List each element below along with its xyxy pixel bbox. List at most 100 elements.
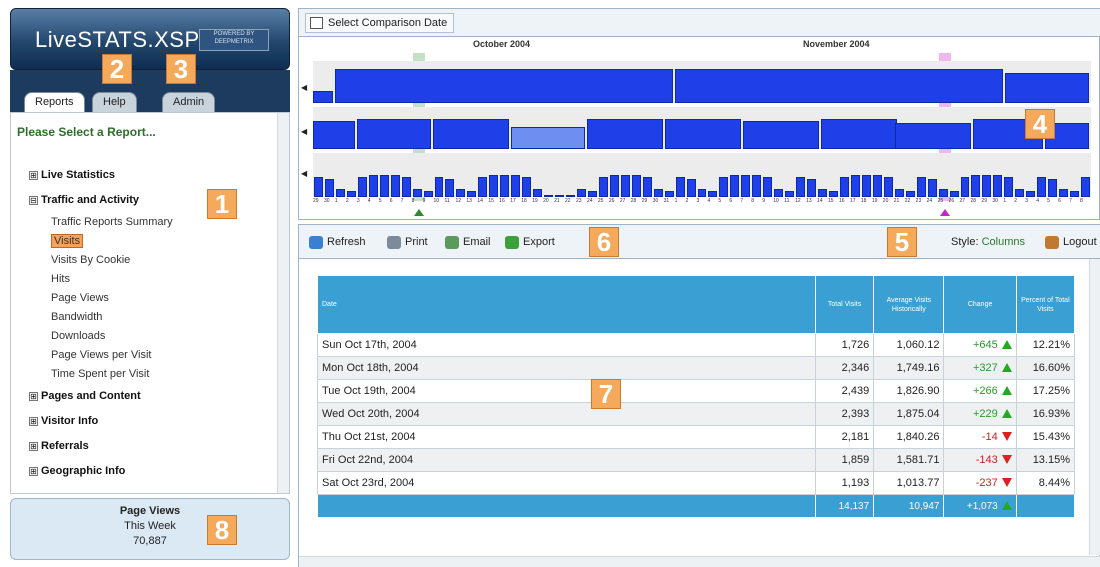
traffic-bar[interactable]: [741, 175, 751, 197]
traffic-bar[interactable]: [719, 177, 729, 197]
traffic-bar[interactable]: [839, 177, 849, 197]
traffic-bar[interactable]: [390, 175, 400, 197]
logout-button[interactable]: Logout: [1045, 233, 1097, 253]
traffic-bar[interactable]: [346, 191, 356, 197]
traffic-bar[interactable]: [598, 177, 608, 197]
traffic-bar[interactable]: [664, 191, 674, 197]
report-vertical-scrollbar[interactable]: [1089, 259, 1100, 555]
traffic-bar[interactable]: [555, 195, 565, 197]
traffic-bar[interactable]: [609, 175, 619, 197]
traffic-bar[interactable]: [821, 119, 897, 149]
traffic-bar[interactable]: [796, 177, 806, 197]
traffic-bar[interactable]: [478, 177, 488, 197]
traffic-bar[interactable]: [467, 191, 477, 197]
traffic-bar[interactable]: [456, 189, 466, 197]
collapse-icon[interactable]: ⊟: [29, 195, 38, 205]
traffic-bar[interactable]: [905, 191, 915, 197]
report-category[interactable]: ⊞ Visitor Info: [29, 409, 269, 434]
report-category[interactable]: ⊞ Pages and Content: [29, 384, 269, 409]
traffic-bar[interactable]: [894, 189, 904, 197]
traffic-bar[interactable]: [807, 179, 817, 197]
expand-icon[interactable]: ⊞: [29, 441, 38, 451]
traffic-bar[interactable]: [500, 175, 510, 197]
style-selector[interactable]: Style: Columns: [951, 236, 1025, 248]
report-item[interactable]: Bandwidth: [29, 308, 269, 327]
week-bars-row[interactable]: [313, 107, 1091, 149]
selected-date-marker[interactable]: [414, 209, 424, 216]
expand-icon[interactable]: ⊞: [29, 416, 38, 426]
traffic-bar[interactable]: [982, 175, 992, 197]
traffic-bar[interactable]: [774, 189, 784, 197]
traffic-bar[interactable]: [511, 175, 521, 197]
expand-icon[interactable]: ⊞: [29, 391, 38, 401]
expand-icon[interactable]: ⊞: [29, 170, 38, 180]
report-horizontal-scrollbar[interactable]: [299, 556, 1100, 567]
traffic-bar[interactable]: [743, 121, 819, 149]
month-bars-row[interactable]: [313, 61, 1091, 103]
traffic-bar[interactable]: [412, 189, 422, 197]
refresh-button[interactable]: Refresh: [309, 233, 366, 253]
day-bars-row[interactable]: [313, 153, 1091, 197]
traffic-bar[interactable]: [883, 177, 893, 197]
traffic-bar[interactable]: [850, 175, 860, 197]
comparison-date-marker[interactable]: [940, 209, 950, 216]
traffic-bar[interactable]: [314, 177, 323, 197]
select-comparison-date-button[interactable]: Select Comparison Date: [305, 13, 455, 33]
traffic-bar[interactable]: [895, 123, 971, 149]
traffic-bar[interactable]: [335, 189, 345, 197]
traffic-bar[interactable]: [993, 175, 1003, 197]
report-item[interactable]: Time Spent per Visit: [29, 365, 269, 384]
report-item[interactable]: Hits: [29, 270, 269, 289]
traffic-bar[interactable]: [313, 91, 333, 103]
traffic-bar[interactable]: [763, 177, 773, 197]
traffic-bar[interactable]: [1015, 189, 1025, 197]
traffic-bar[interactable]: [642, 177, 652, 197]
report-item[interactable]: Visits By Cookie: [29, 251, 269, 270]
traffic-bar[interactable]: [313, 121, 355, 149]
traffic-bar[interactable]: [730, 175, 740, 197]
traffic-bar[interactable]: [697, 189, 707, 197]
traffic-bar[interactable]: [401, 177, 411, 197]
traffic-bar[interactable]: [357, 177, 367, 197]
report-category[interactable]: ⊞ Geographic Info: [29, 459, 269, 484]
traffic-bar[interactable]: [423, 191, 433, 197]
traffic-bar[interactable]: [949, 191, 959, 197]
traffic-bar[interactable]: [971, 175, 981, 197]
tab-reports[interactable]: Reports: [24, 92, 85, 112]
traffic-bar[interactable]: [576, 189, 586, 197]
traffic-bar[interactable]: [829, 191, 838, 197]
traffic-bar[interactable]: [1026, 191, 1036, 197]
traffic-bar[interactable]: [533, 189, 543, 197]
traffic-bar[interactable]: [960, 177, 970, 197]
traffic-bar[interactable]: [434, 177, 444, 197]
traffic-bar[interactable]: [752, 175, 762, 197]
scroll-left-icon[interactable]: ◀: [301, 83, 307, 92]
traffic-bar[interactable]: [1005, 73, 1089, 103]
report-item[interactable]: Downloads: [29, 327, 269, 346]
traffic-bar[interactable]: [511, 127, 585, 149]
traffic-bar[interactable]: [335, 69, 673, 103]
traffic-bar[interactable]: [938, 189, 948, 197]
traffic-bar[interactable]: [785, 191, 795, 197]
traffic-bar[interactable]: [566, 195, 575, 197]
print-button[interactable]: Print: [387, 233, 428, 253]
traffic-bar[interactable]: [818, 189, 827, 197]
tab-admin[interactable]: Admin: [162, 92, 216, 112]
scroll-left-icon[interactable]: ◀: [301, 127, 307, 136]
traffic-bar[interactable]: [686, 179, 696, 197]
traffic-bar[interactable]: [587, 191, 597, 197]
scroll-left-icon[interactable]: ◀: [301, 169, 307, 178]
report-item[interactable]: Page Views: [29, 289, 269, 308]
traffic-bar[interactable]: [324, 179, 334, 197]
traffic-bar[interactable]: [433, 119, 509, 149]
report-item[interactable]: Page Views per Visit: [29, 346, 269, 365]
traffic-bar[interactable]: [861, 175, 871, 197]
traffic-bar[interactable]: [665, 119, 741, 149]
report-category[interactable]: ⊞ Referrals: [29, 434, 269, 459]
traffic-bar[interactable]: [653, 189, 663, 197]
traffic-bar[interactable]: [631, 175, 641, 197]
traffic-bar[interactable]: [708, 191, 718, 197]
traffic-bar[interactable]: [1059, 189, 1069, 197]
export-button[interactable]: Export: [505, 233, 555, 253]
traffic-bar[interactable]: [357, 119, 431, 149]
